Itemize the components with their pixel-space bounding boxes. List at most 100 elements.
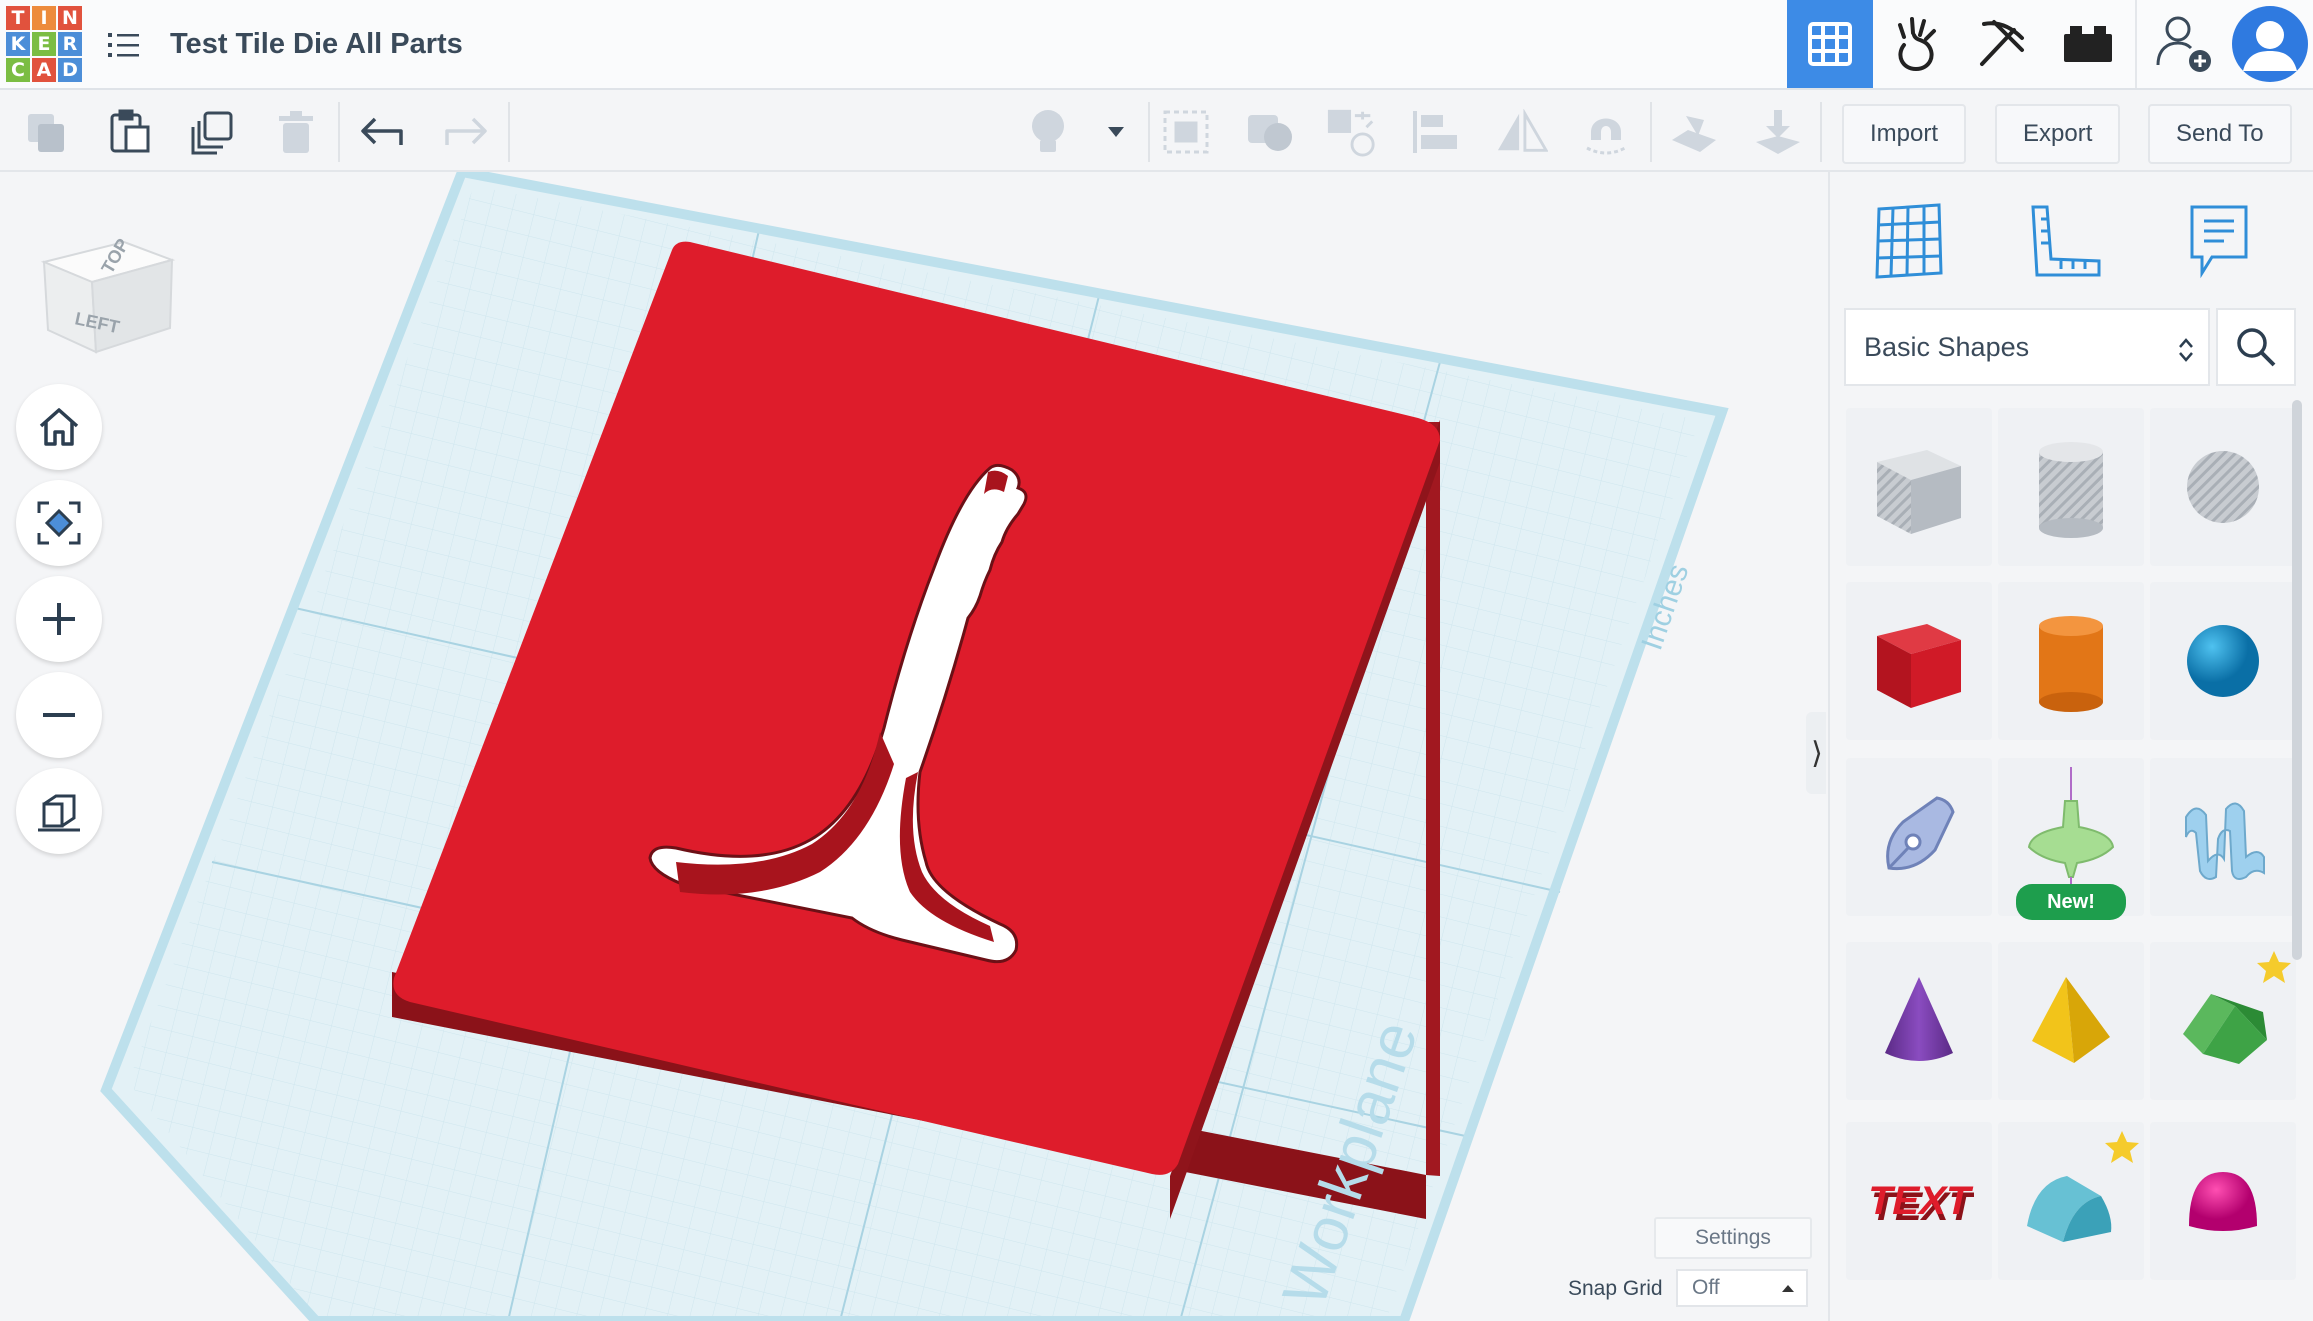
shape-category-select[interactable]: Basic Shapes: [1844, 308, 2210, 386]
shape-half-cylinder[interactable]: [1998, 1122, 2144, 1280]
shape-sphere-hole[interactable]: [2150, 408, 2296, 566]
undo-icon[interactable]: [356, 106, 408, 158]
workplane-grid-icon[interactable]: [1864, 196, 1954, 286]
logo-letter: T: [6, 6, 30, 30]
perspective-toggle-icon[interactable]: [16, 768, 102, 854]
cylinder-hole-icon: [2039, 442, 2103, 538]
shape-category-value: Basic Shapes: [1864, 331, 2030, 362]
shape-generator[interactable]: New!: [1998, 758, 2144, 920]
select-updown-icon: [2179, 338, 2193, 362]
tinkercad-logo[interactable]: T I N K E R C A D: [6, 6, 82, 82]
new-badge: New!: [2016, 884, 2126, 920]
shape-box-hole[interactable]: [1846, 408, 1992, 566]
mirror-icon[interactable]: [1496, 106, 1548, 158]
add-user-icon[interactable]: [2141, 0, 2227, 88]
snap-grid-label: Snap Grid: [1568, 1277, 1663, 1300]
wavy-text-icon: [2185, 802, 2265, 880]
box-icon: [1877, 624, 1961, 708]
export-button[interactable]: Export: [1995, 104, 2121, 164]
home-view-icon[interactable]: [16, 384, 102, 470]
sim-lab-icon[interactable]: [1873, 0, 1959, 88]
shape-box[interactable]: [1846, 582, 1992, 740]
design-title[interactable]: Test Tile Die All Parts: [170, 28, 463, 61]
pyramid-icon: [2032, 977, 2110, 1063]
profile-avatar-icon[interactable]: [2227, 0, 2313, 88]
paraboloid-icon: [2189, 1172, 2257, 1231]
logo-letter: I: [32, 6, 56, 30]
shape-text[interactable]: TEXT TEXT: [1846, 1122, 1992, 1280]
top-bar: T I N K E R C A D Test Tile Die All Part…: [0, 0, 2313, 90]
shape-scribble[interactable]: [1846, 758, 1992, 916]
magnet-icon[interactable]: [1580, 106, 1632, 158]
star-icon: [2257, 951, 2291, 983]
redo-icon[interactable]: [440, 106, 492, 158]
shape-roof[interactable]: [2150, 942, 2296, 1100]
divider: [1650, 102, 1652, 162]
lightbulb-dropdown-icon[interactable]: [1090, 106, 1142, 158]
logo-letter: D: [58, 58, 82, 82]
view-cube[interactable]: TOP LEFT: [34, 202, 184, 367]
pen-nib-icon: [1886, 796, 1955, 871]
logo-letter: A: [32, 58, 56, 82]
divider: [338, 102, 340, 162]
logo-letter: N: [58, 6, 82, 30]
duplicate-icon[interactable]: [186, 106, 238, 158]
cone-icon: [1885, 977, 1953, 1061]
fit-view-icon[interactable]: [16, 480, 102, 566]
shape-pyramid[interactable]: [1998, 942, 2144, 1100]
cylinder-icon: [2039, 616, 2103, 712]
shape-cone[interactable]: [1846, 942, 1992, 1100]
drop-to-workplane-icon[interactable]: [1752, 106, 1804, 158]
import-button[interactable]: Import: [1842, 104, 1967, 164]
pickaxe-icon[interactable]: [1959, 0, 2045, 88]
half-cylinder-icon: [2027, 1176, 2112, 1242]
copy-icon[interactable]: [20, 106, 72, 158]
panel-scrollbar[interactable]: [2292, 400, 2302, 960]
design-list-icon[interactable]: [108, 30, 140, 60]
shape-paraboloid[interactable]: [2150, 1122, 2296, 1280]
divider: [1820, 102, 1822, 162]
snap-grid-value: Off: [1692, 1276, 1720, 1299]
divider: [2135, 0, 2137, 88]
snap-grid-select[interactable]: Off: [1676, 1269, 1808, 1307]
cruise-icon[interactable]: [1326, 106, 1378, 158]
workplane-tool-icon[interactable]: [1668, 106, 1720, 158]
send-to-button[interactable]: Send To: [2148, 104, 2292, 164]
divider: [1148, 102, 1150, 162]
edit-toolbar: Import Export Send To: [0, 90, 2313, 172]
caret-up-icon: [1782, 1285, 1794, 1292]
zoom-in-icon[interactable]: [16, 576, 102, 662]
grid-view-icon[interactable]: [1787, 0, 1873, 88]
group-icon[interactable]: [1160, 106, 1212, 158]
shape-sphere[interactable]: [2150, 582, 2296, 740]
sphere-hole-icon: [2187, 451, 2259, 523]
text-icon: TEXTTEXT: [1864, 1177, 1974, 1228]
panel-collapse-toggle[interactable]: ⟩: [1806, 712, 1826, 794]
logo-letter: E: [32, 32, 56, 56]
search-shapes-button[interactable]: [2216, 308, 2296, 386]
box-hole-icon: [1877, 450, 1961, 534]
star-icon: [2105, 1131, 2139, 1163]
roof-icon: [2183, 994, 2267, 1064]
sphere-icon: [2187, 625, 2259, 697]
trash-icon[interactable]: [270, 106, 322, 158]
zoom-out-icon[interactable]: [16, 672, 102, 758]
paste-icon[interactable]: [104, 106, 156, 158]
workplane-scene[interactable]: Inches Workplane: [0, 172, 1826, 1321]
ungroup-icon[interactable]: [1244, 106, 1296, 158]
shapes-panel: Basic Shapes New! TEXT TEXT: [1828, 172, 2313, 1321]
shape-text-3d[interactable]: [2150, 758, 2296, 916]
logo-letter: R: [58, 32, 82, 56]
shape-cylinder[interactable]: [1998, 582, 2144, 740]
settings-button[interactable]: Settings: [1654, 1217, 1812, 1259]
logo-letter: K: [6, 32, 30, 56]
ruler-icon[interactable]: [2020, 196, 2110, 286]
logo-letter: C: [6, 58, 30, 82]
bricks-icon[interactable]: [2045, 0, 2131, 88]
3d-viewport[interactable]: Inches Workplane TOP LEFT ⟩ Settings Sna…: [0, 172, 1826, 1321]
notes-icon[interactable]: [2174, 196, 2264, 286]
shape-cylinder-hole[interactable]: [1998, 408, 2144, 566]
lightbulb-icon[interactable]: [1022, 106, 1074, 158]
divider: [508, 102, 510, 162]
align-icon[interactable]: [1410, 106, 1462, 158]
